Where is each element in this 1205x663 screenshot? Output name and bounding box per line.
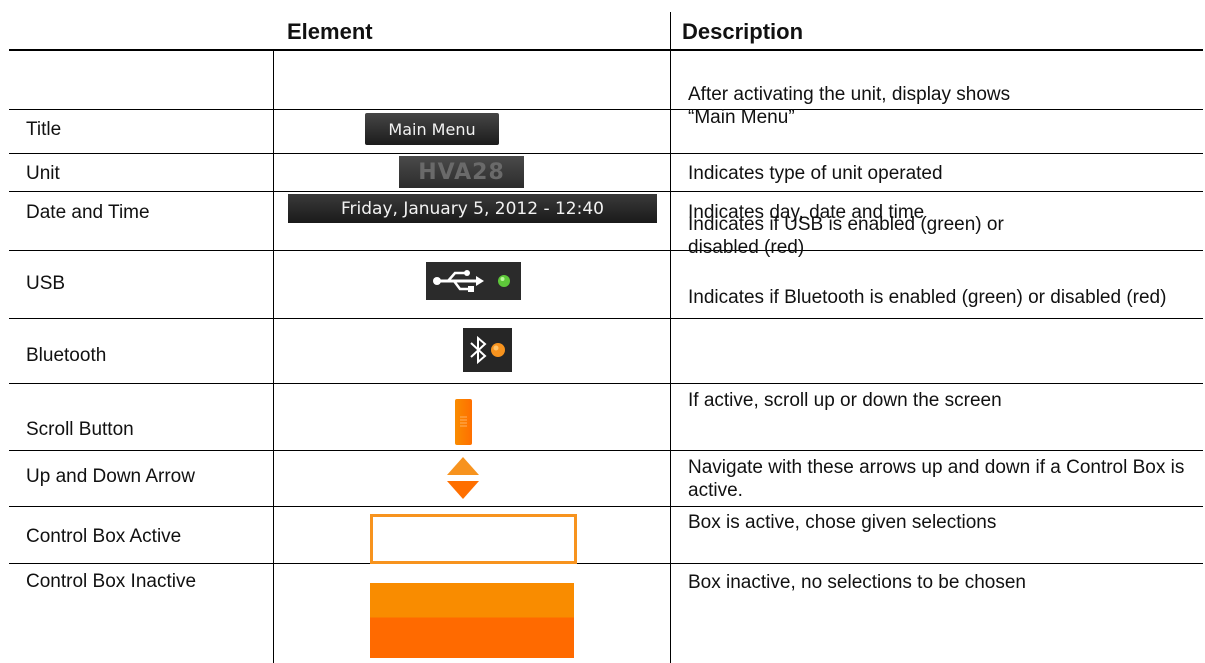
row-divider: [9, 563, 1203, 564]
up-down-arrow-icon[interactable]: [443, 455, 483, 501]
usb-status-icon: [426, 262, 521, 300]
usb-symbol-icon: [433, 270, 510, 292]
row-up-down-description: Navigate with these arrows up and down i…: [688, 457, 1185, 501]
row-date-time-label: Date and Time: [26, 202, 150, 223]
row-divider: [9, 153, 1203, 154]
header-element: Element: [287, 19, 373, 44]
row-divider: [9, 318, 1203, 319]
row-bluetooth-label: Bluetooth: [26, 345, 107, 366]
row-title-description: After activating the unit, display shows…: [688, 84, 1011, 128]
scroll-button-icon[interactable]: [455, 399, 472, 445]
row-divider: [9, 450, 1203, 451]
row-unit-label: Unit: [26, 163, 60, 184]
unit-label-icon: HVA28: [399, 156, 524, 188]
row-divider: [9, 506, 1203, 507]
row-usb-label: USB: [26, 273, 66, 294]
title-bar-text: Main Menu: [388, 119, 476, 139]
column-divider-left: [273, 49, 274, 663]
date-time-bar-icon: Friday, January 5, 2012 - 12:40: [288, 194, 657, 223]
row-divider: [9, 109, 1203, 110]
row-control-active-label: Control Box Active: [26, 526, 182, 547]
row-control-inactive-label: Control Box Inactive: [26, 571, 197, 592]
row-unit-description: Indicates type of unit operated: [688, 163, 943, 184]
control-box-inactive-icon[interactable]: [370, 583, 574, 658]
row-up-down-label: Up and Down Arrow: [26, 466, 195, 487]
up-down-arrows-icon: [447, 457, 479, 499]
scroll-grip-icon: [460, 416, 467, 427]
title-bar-icon: Main Menu: [365, 113, 499, 145]
row-scroll-label: Scroll Button: [26, 419, 134, 440]
header-description: Description: [682, 19, 804, 44]
row-divider: [9, 49, 1203, 51]
row-bluetooth-description: Indicates if Bluetooth is enabled (green…: [688, 287, 1167, 308]
unit-label-text: HVA28: [418, 159, 505, 185]
row-title-label: Title: [26, 119, 62, 140]
row-divider: [9, 383, 1203, 384]
row-control-active-description: Box is active, chose given selections: [688, 512, 997, 533]
date-time-text: Friday, January 5, 2012 - 12:40: [340, 198, 604, 219]
control-box-active-icon[interactable]: [370, 514, 577, 564]
row-usb-description: Indicates if USB is enabled (green) or d…: [688, 214, 1004, 258]
bluetooth-symbol-icon: [470, 335, 505, 365]
row-divider: [9, 191, 1203, 192]
bluetooth-status-icon: [463, 328, 512, 372]
row-scroll-description: If active, scroll up or down the screen: [688, 390, 1002, 411]
row-control-inactive-description: Box inactive, no selections to be chosen: [688, 572, 1026, 593]
